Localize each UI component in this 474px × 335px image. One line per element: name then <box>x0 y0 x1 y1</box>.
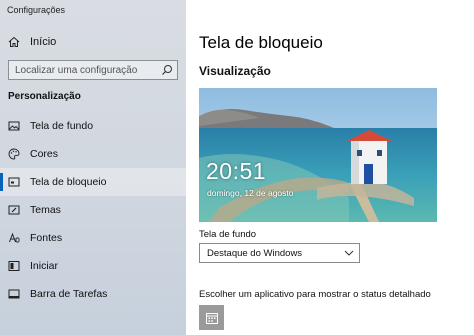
main-content: Tela de bloqueio Visualização 20:51 domi… <box>186 0 474 335</box>
search-input[interactable]: Localizar uma configuração <box>8 60 178 80</box>
sidebar-item-label: Barra de Tarefas <box>30 288 108 300</box>
home-nav-item[interactable]: Início <box>0 32 186 52</box>
app-status-label: Escolher um aplicativo para mostrar o st… <box>199 289 431 300</box>
sidebar-item-label: Temas <box>30 204 61 216</box>
sidebar-item-tela-de-bloqueio[interactable]: Tela de bloqueio <box>0 168 186 196</box>
search-icon <box>162 65 172 75</box>
sidebar-item-barra-de-tarefas[interactable]: Barra de Tarefas <box>0 280 186 308</box>
choose-app-button[interactable] <box>199 305 224 330</box>
sidebar-item-tela-de-fundo[interactable]: Tela de fundo <box>0 112 186 140</box>
sidebar-item-label: Tela de bloqueio <box>30 176 107 188</box>
brush-icon <box>8 205 20 215</box>
picture-icon <box>8 121 20 131</box>
home-icon <box>8 36 20 47</box>
search-placeholder: Localizar uma configuração <box>15 64 138 76</box>
sidebar-item-iniciar[interactable]: Iniciar <box>0 252 186 280</box>
calendar-icon <box>205 312 218 324</box>
sidebar-item-cores[interactable]: Cores <box>0 140 186 168</box>
lock-screen-icon <box>8 177 20 187</box>
sidebar-item-label: Iniciar <box>30 260 59 272</box>
preview-heading: Visualização <box>199 64 271 78</box>
background-dropdown-value: Destaque do Windows <box>207 247 303 259</box>
app-title: Configurações <box>7 5 66 15</box>
preview-clock: 20:51 <box>206 158 267 184</box>
sidebar-item-fontes[interactable]: Fontes <box>0 224 186 252</box>
sidebar-item-label: Fontes <box>30 232 63 244</box>
taskbar-icon <box>8 289 20 299</box>
chevron-down-icon <box>344 250 354 256</box>
home-label: Início <box>30 36 57 48</box>
sidebar-item-label: Cores <box>30 148 59 160</box>
background-dropdown[interactable]: Destaque do Windows <box>199 243 360 263</box>
palette-icon <box>8 148 20 160</box>
lock-screen-preview: 20:51 domingo, 12 de agosto <box>199 88 437 222</box>
sidebar-nav: Tela de fundo Cores Tela de bloqueio Tem… <box>0 112 186 308</box>
sidebar: Configurações Início Localizar uma confi… <box>0 0 186 335</box>
section-heading: Personalização <box>8 91 81 102</box>
preview-date: domingo, 12 de agosto <box>207 188 294 198</box>
font-icon <box>9 232 20 243</box>
page-title: Tela de bloqueio <box>199 33 323 52</box>
start-icon <box>8 261 20 271</box>
background-label: Tela de fundo <box>199 229 257 240</box>
lock-screen-wallpaper <box>199 88 437 222</box>
sidebar-item-temas[interactable]: Temas <box>0 196 186 224</box>
sidebar-item-label: Tela de fundo <box>30 120 94 132</box>
